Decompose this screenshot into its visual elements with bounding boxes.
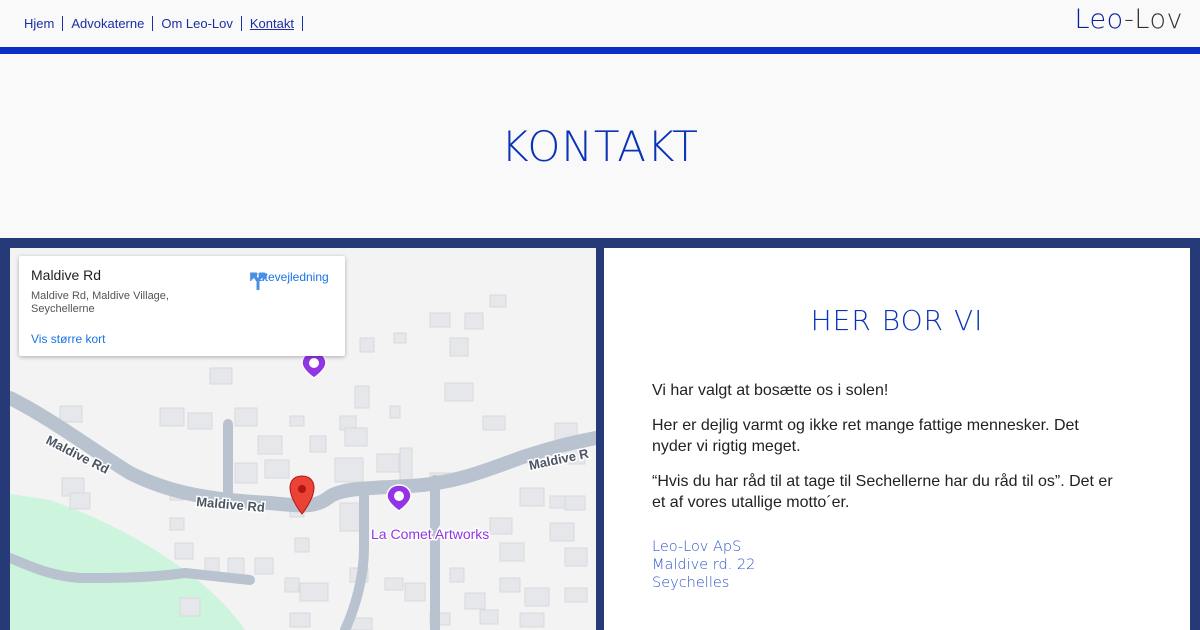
poi-marker-la-comet[interactable] — [386, 484, 412, 512]
directions-button[interactable]: Rutevejledning — [247, 268, 331, 290]
site-header: Hjem Advokaterne Om Leo-Lov Kontakt Leo-… — [0, 0, 1200, 47]
header-accent-bar — [0, 47, 1200, 54]
address-line-street: Maldive rd. 22 — [652, 557, 756, 573]
contact-frame: Maldive Rd Maldive Rd Maldive R La Comet… — [0, 238, 1200, 630]
nav-item-kontakt[interactable]: Kontakt — [242, 16, 303, 31]
paragraph-1: Vi har valgt at bosætte os i solen! — [652, 382, 889, 399]
directions-icon — [250, 272, 266, 290]
brand-part-1: Leo — [1074, 4, 1125, 35]
address-line-country: Seychelles — [652, 575, 730, 591]
nav-item-hjem[interactable]: Hjem — [24, 16, 64, 31]
address-line-company: Leo-Lov ApS — [652, 539, 742, 555]
panel-title: HER BOR VI — [810, 304, 984, 337]
brand-logo[interactable]: Leo-Lov — [1074, 4, 1183, 35]
view-larger-map-link[interactable]: Vis større kort — [31, 332, 105, 346]
paragraph-2: Her er dejlig varmt og ikke ret mange fa… — [652, 417, 1079, 455]
panel-text: Vi har valgt at bosætte os i solen! Her … — [652, 380, 1122, 527]
poi-label[interactable]: La Comet Artworks — [370, 525, 491, 544]
company-address: Leo-Lov ApS Maldive rd. 22 Seychelles — [652, 538, 755, 592]
brand-dash: - — [1124, 4, 1135, 35]
embedded-map[interactable]: Maldive Rd Maldive Rd Maldive R La Comet… — [10, 248, 596, 630]
brand-part-2: Lov — [1134, 4, 1183, 35]
paragraph-3: “Hvis du har råd til at tage til Sechell… — [652, 473, 1113, 511]
nav-item-om-leo-lov[interactable]: Om Leo-Lov — [153, 16, 242, 31]
main-nav: Hjem Advokaterne Om Leo-Lov Kontakt — [24, 16, 303, 31]
map-place-address: Maldive Rd, Maldive Village, Seychellern… — [31, 290, 169, 315]
page-title: KONTAKT — [501, 122, 699, 171]
contact-info-panel: HER BOR VI Vi har valgt at bosætte os i … — [604, 248, 1190, 630]
nav-item-advokaterne[interactable]: Advokaterne — [63, 16, 154, 31]
map-info-card: Maldive Rd Maldive Rd, Maldive Village, … — [19, 256, 345, 356]
map-place-title: Maldive Rd — [31, 267, 102, 283]
